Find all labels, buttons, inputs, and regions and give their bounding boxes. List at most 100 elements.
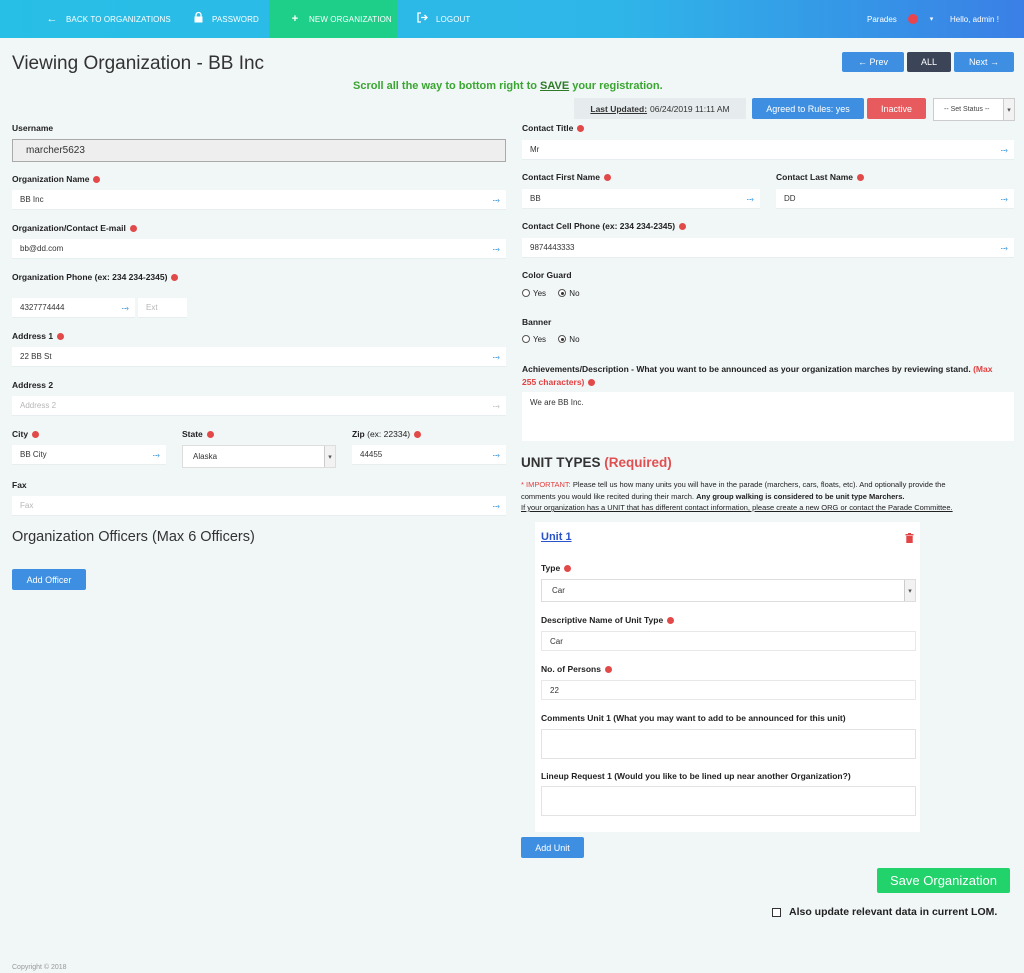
email-value: bb@dd.com <box>20 244 64 253</box>
add-unit-button[interactable]: Add Unit <box>521 837 584 858</box>
plus-icon: + <box>291 13 299 25</box>
persons-input[interactable]: 22 <box>541 680 916 700</box>
pin-icon: ⤑ <box>492 352 500 362</box>
trash-icon[interactable] <box>905 533 914 545</box>
agreed-to-rules-button[interactable]: Agreed to Rules: yes <box>752 98 864 119</box>
cell-phone-input[interactable]: 9874443333 ⤑ <box>522 238 1014 258</box>
address2-input[interactable]: Address 2 ⤑ <box>12 396 506 416</box>
lineup-textarea[interactable] <box>541 786 916 816</box>
zip-label-text: Zip <box>352 429 365 439</box>
parades-menu[interactable]: Parades ▾ <box>867 0 933 38</box>
banner-options: Yes No <box>522 335 580 344</box>
new-organization-link[interactable]: + NEW ORGANIZATION <box>269 0 397 38</box>
comments-textarea[interactable] <box>541 729 916 759</box>
radio-icon <box>522 289 530 297</box>
desc-input[interactable]: Car <box>541 631 916 651</box>
logout-link[interactable]: LOGOUT <box>416 0 470 38</box>
city-label-text: City <box>12 429 29 439</box>
required-icon <box>57 332 65 340</box>
type-label-text: Type <box>541 563 561 573</box>
all-button[interactable]: ALL <box>907 52 951 72</box>
state-select[interactable]: Alaska ▾ <box>182 445 336 468</box>
cell-phone-label-text: Contact Cell Phone <box>522 221 600 231</box>
notification-dot-icon <box>907 14 918 24</box>
achievements-max: (Max <box>973 364 993 374</box>
back-to-organizations-link[interactable]: ← BACK TO ORGANIZATIONS <box>46 0 171 38</box>
copyright: Copyright © 2018 <box>12 964 67 971</box>
banner-no-radio[interactable]: No <box>558 335 580 344</box>
pin-icon: ⤑ <box>1000 145 1008 155</box>
address1-input[interactable]: 22 BB St ⤑ <box>12 347 506 367</box>
new-organization-label: NEW ORGANIZATION <box>309 14 392 24</box>
last-name-value: DD <box>784 194 796 203</box>
first-name-value: BB <box>530 194 541 203</box>
first-name-input[interactable]: BB ⤑ <box>522 189 760 209</box>
city-input[interactable]: BB City ⤑ <box>12 445 166 465</box>
required-icon <box>32 430 40 438</box>
persons-label-text: No. of Persons <box>541 664 601 674</box>
phone-hint: (ex: 234 234-2345) <box>94 272 168 282</box>
parades-label: Parades <box>867 14 897 24</box>
password-link[interactable]: PASSWORD <box>192 0 259 38</box>
desc-label-text: Descriptive Name of Unit Type <box>541 615 664 625</box>
fax-input[interactable]: Fax ⤑ <box>12 496 506 516</box>
add-officer-button[interactable]: Add Officer <box>12 569 86 590</box>
unit-title[interactable]: Unit 1 <box>541 531 572 543</box>
username-label: Username <box>12 123 54 133</box>
achievements-textarea[interactable]: We are BB Inc. <box>522 392 1014 441</box>
save-organization-button[interactable]: Save Organization <box>877 868 1010 893</box>
also-update-option[interactable]: Also update relevant data in current LOM… <box>772 906 997 918</box>
important-link[interactable]: If your organization has a UNIT that has… <box>521 503 953 512</box>
org-name-input[interactable]: BB Inc ⤑ <box>12 190 506 210</box>
pin-icon: ⤑ <box>1000 243 1008 253</box>
banner-yes-radio[interactable]: Yes <box>522 335 546 344</box>
zip-hint: (ex: 22334) <box>367 429 411 439</box>
required-icon <box>564 564 572 572</box>
contact-title-input[interactable]: Mr ⤑ <box>522 140 1014 160</box>
comments-label-text: Comments Unit <box>541 713 604 723</box>
important-text: Please tell us how many units you will h… <box>570 480 946 489</box>
achievements-label-text: Achievements/Description <box>522 364 629 374</box>
set-status-select[interactable]: -- Set Status -- ▾ <box>933 98 1015 121</box>
unit-types-title: UNIT TYPES (Required) <box>521 455 672 470</box>
last-name-input[interactable]: DD ⤑ <box>776 189 1014 209</box>
required-icon <box>588 378 596 386</box>
fax-label: Fax <box>12 480 27 490</box>
phone-input[interactable]: 4327774444 ⤑ <box>12 298 135 318</box>
lineup-label-text: Lineup Request <box>541 771 605 781</box>
last-updated-value: 06/24/2019 11:11 AM <box>650 103 730 114</box>
required-icon <box>603 173 611 181</box>
email-input[interactable]: bb@dd.com ⤑ <box>12 239 506 259</box>
also-update-label: Also update relevant data in current LOM… <box>789 906 998 918</box>
zip-input[interactable]: 44455 ⤑ <box>352 445 506 465</box>
user-menu[interactable]: Hello, admin ! <box>950 0 999 38</box>
required-icon <box>679 222 687 230</box>
chevron-down-icon: ▾ <box>904 580 915 601</box>
ext-input[interactable]: Ext <box>138 298 187 318</box>
no-label: No <box>569 335 580 344</box>
required-icon <box>604 665 612 673</box>
city-value: BB City <box>20 450 47 459</box>
prev-button[interactable]: ← Prev <box>842 52 904 72</box>
cell-phone-label: Contact Cell Phone (ex: 234 234-2345) <box>522 221 687 231</box>
color-guard-yes-radio[interactable]: Yes <box>522 289 546 298</box>
zip-value: 44455 <box>360 450 383 459</box>
username-value: marcher5623 <box>26 145 85 156</box>
required-icon <box>577 124 585 132</box>
important-prefix: * IMPORTANT: <box>521 480 571 489</box>
achievements-hint: - What you want to be announced as your … <box>628 364 974 374</box>
required-icon <box>129 224 137 232</box>
type-select[interactable]: Car ▾ <box>541 579 916 602</box>
next-button[interactable]: Next → <box>954 52 1014 72</box>
persons-value: 22 <box>550 685 559 695</box>
lock-icon <box>192 11 204 26</box>
required-icon <box>667 616 675 624</box>
color-guard-no-radio[interactable]: No <box>558 289 580 298</box>
city-label: City <box>12 429 40 439</box>
save-notice: Scroll all the way to bottom right to SA… <box>353 80 663 92</box>
inactive-button[interactable]: Inactive <box>867 98 926 119</box>
checkbox-icon[interactable] <box>772 907 781 917</box>
chevron-down-icon: ▾ <box>324 446 335 467</box>
radio-checked-icon <box>558 289 567 297</box>
pin-icon: ⤑ <box>152 450 160 460</box>
